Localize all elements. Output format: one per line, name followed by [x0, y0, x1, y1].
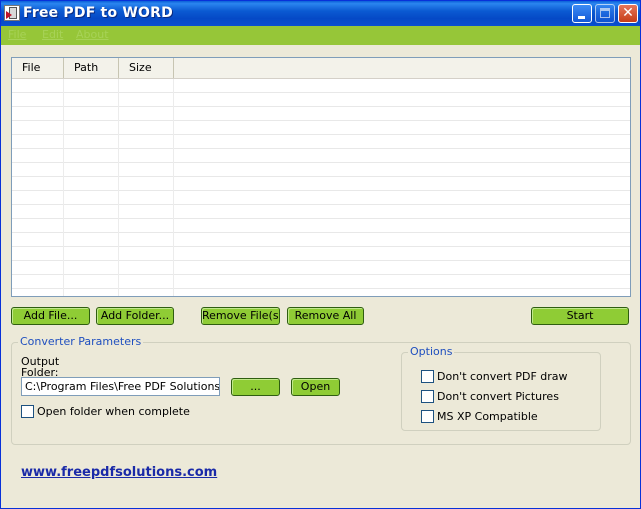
no-pictures-checkbox[interactable] [421, 390, 434, 403]
file-list[interactable]: File Path Size [11, 57, 631, 297]
column-header-path[interactable]: Path [64, 58, 119, 78]
file-list-header: File Path Size [12, 58, 630, 79]
app-pdf-icon[interactable] [4, 5, 20, 21]
remove-files-button[interactable]: Remove File(s) [201, 307, 280, 325]
empty-row [12, 107, 630, 121]
empty-row [12, 247, 630, 261]
browse-button[interactable]: ... [231, 378, 280, 396]
no-pictures-label: Don't convert Pictures [437, 390, 559, 403]
start-button[interactable]: Start [531, 307, 629, 325]
empty-row [12, 219, 630, 233]
empty-row [12, 233, 630, 247]
column-divider [173, 79, 174, 296]
empty-row [12, 177, 630, 191]
add-folder-button[interactable]: Add Folder... [96, 307, 174, 325]
arrow-icon-part [6, 11, 12, 19]
file-list-rows [12, 79, 630, 296]
column-header-file[interactable]: File [12, 58, 64, 78]
empty-row [12, 275, 630, 289]
empty-row [12, 205, 630, 219]
empty-row [12, 135, 630, 149]
empty-row [12, 79, 630, 93]
menu-about[interactable]: About [76, 28, 109, 41]
maximize-icon [600, 8, 610, 18]
column-divider [118, 79, 119, 296]
column-header-size[interactable]: Size [119, 58, 174, 78]
output-folder-field[interactable]: C:\Program Files\Free PDF Solutions [21, 377, 220, 396]
menu-bar: File Edit About [1, 26, 640, 45]
empty-row [12, 191, 630, 205]
ms-xp-compatible-checkbox[interactable] [421, 410, 434, 423]
close-icon: ✕ [622, 5, 634, 21]
app-window: Free PDF to WORD ✕ File Edit About File … [0, 0, 641, 509]
menu-edit[interactable]: Edit [42, 28, 63, 41]
empty-row [12, 163, 630, 177]
empty-row [12, 121, 630, 135]
maximize-button[interactable] [595, 4, 615, 23]
menu-file[interactable]: File [8, 28, 26, 41]
no-pdf-draw-checkbox[interactable] [421, 370, 434, 383]
website-link[interactable]: www.freepdfsolutions.com [21, 465, 217, 480]
empty-row [12, 289, 630, 296]
open-folder-checkbox[interactable] [21, 405, 34, 418]
ms-xp-compatible-label: MS XP Compatible [437, 410, 538, 423]
minimize-button[interactable] [572, 4, 592, 23]
open-folder-label: Open folder when complete [37, 405, 190, 418]
empty-row [12, 93, 630, 107]
title-bar[interactable]: Free PDF to WORD ✕ [1, 1, 640, 26]
remove-all-button[interactable]: Remove All [287, 307, 364, 325]
column-divider [63, 79, 64, 296]
minimize-icon [578, 16, 585, 19]
output-folder-label: Output Folder: [21, 355, 60, 379]
converter-parameters-legend: Converter Parameters [18, 335, 144, 348]
open-button[interactable]: Open [291, 378, 340, 396]
window-title: Free PDF to WORD [23, 5, 173, 21]
options-legend: Options [408, 345, 455, 358]
empty-row [12, 261, 630, 275]
add-file-button[interactable]: Add File... [11, 307, 90, 325]
empty-row [12, 149, 630, 163]
no-pdf-draw-label: Don't convert PDF draw [437, 370, 568, 383]
close-button[interactable]: ✕ [618, 4, 638, 23]
